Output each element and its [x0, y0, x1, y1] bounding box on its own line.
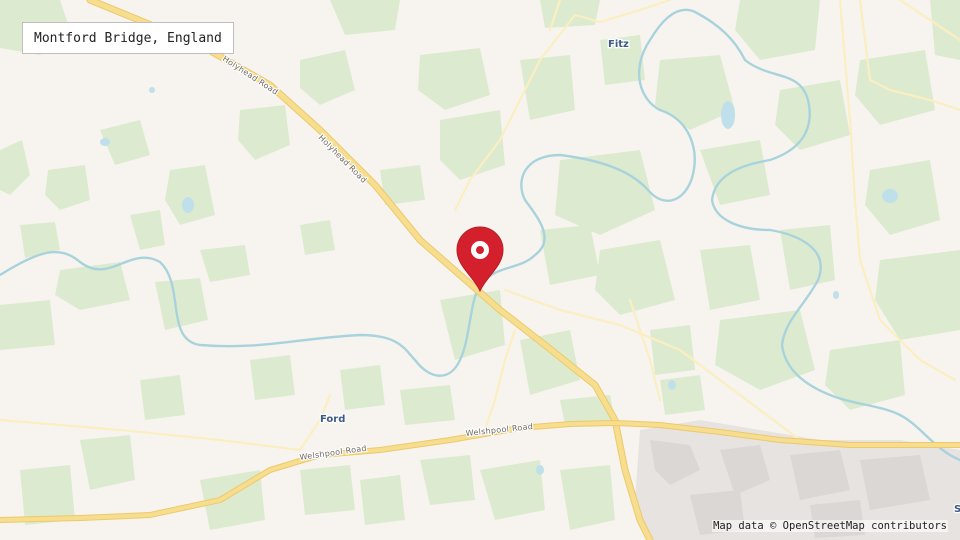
location-title: Montford Bridge, England: [34, 30, 222, 46]
road-label-welshpool-1: Welshpool Road: [299, 444, 367, 462]
map-canvas[interactable]: Holyhead Road Holyhead Road Welshpool Ro…: [0, 0, 960, 540]
place-label-edge: S: [954, 504, 960, 515]
map-view[interactable]: Holyhead Road Holyhead Road Welshpool Ro…: [0, 0, 960, 540]
road-label-holyhead-2: Holyhead Road: [317, 133, 369, 185]
map-attribution[interactable]: Map data © OpenStreetMap contributors: [712, 520, 948, 532]
place-label-ford: Ford: [320, 414, 345, 425]
location-title-box: Montford Bridge, England: [22, 22, 234, 54]
attribution-text: Map data © OpenStreetMap contributors: [713, 520, 947, 532]
road-label-welshpool-2: Welshpool Road: [465, 422, 533, 438]
place-label-fitz: Fitz: [608, 39, 629, 50]
road-label-holyhead-1: Holyhead Road: [221, 54, 280, 97]
